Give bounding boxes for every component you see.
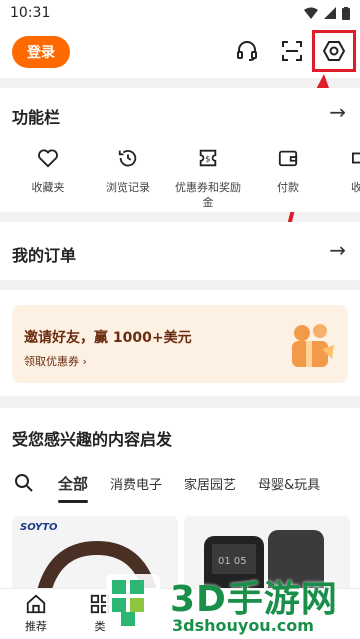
function-bar-title: 功能栏 (12, 108, 61, 127)
promo-banner[interactable]: 邀请好友，赢 1000+美元 领取优惠券 › (12, 305, 348, 383)
login-button[interactable]: 登录 (12, 36, 70, 68)
annotation-highlight-box (312, 30, 356, 72)
function-bar-arrow-icon[interactable]: → (329, 100, 346, 124)
category-tabs: 全部 消费电子 家居园艺 母婴&玩具 (0, 465, 360, 503)
search-icon[interactable] (14, 473, 34, 493)
func-item-coupons[interactable]: $ 优惠券和奖励金 (168, 146, 248, 210)
heart-icon (38, 149, 58, 168)
watermark-text: 3D手游网 (170, 579, 338, 620)
product-brand: SOYTO (20, 522, 58, 533)
function-bar-card: 功能栏 → 收藏夹 浏览记录 $ 优惠券和奖励金 付款 收货 (0, 88, 360, 212)
orders-arrow-icon[interactable]: → (329, 238, 346, 262)
nav-item-home[interactable]: 推荐 (8, 593, 64, 634)
func-label: 付款 (277, 181, 299, 194)
func-item-receive[interactable]: 收货 (322, 146, 360, 195)
tab-home-garden[interactable]: 家居园艺 (184, 474, 236, 493)
func-item-payment[interactable]: 付款 (248, 146, 328, 195)
status-bar: 10:31 (0, 0, 360, 26)
tab-all[interactable]: 全部 (58, 473, 89, 503)
headset-icon[interactable] (234, 38, 260, 64)
promo-title: 邀请好友，赢 1000+美元 (24, 330, 192, 346)
tab-electronics[interactable]: 消费电子 (110, 474, 162, 493)
coupon-icon: $ (199, 149, 217, 167)
gift-illustration-icon (292, 324, 334, 367)
svg-text:$: $ (205, 154, 210, 164)
signal-icon (324, 7, 336, 19)
history-icon (118, 149, 137, 167)
func-label: 收藏夹 (31, 181, 65, 194)
promo-link[interactable]: 领取优惠券 › (24, 353, 87, 369)
func-item-history[interactable]: 浏览记录 (88, 146, 168, 195)
orders-title: 我的订单 (12, 246, 77, 265)
tab-baby-toys[interactable]: 母婴&玩具 (258, 474, 320, 493)
orders-card[interactable]: 我的订单 → (0, 222, 360, 280)
func-label: 优惠券和奖励金 (175, 181, 241, 209)
func-item-favorites[interactable]: 收藏夹 (8, 146, 88, 195)
truck-icon (352, 152, 360, 164)
wallet-icon (278, 150, 298, 167)
func-label: 收货 (351, 181, 360, 194)
status-icons (304, 6, 350, 20)
content-title: 受您感兴趣的内容启发 (12, 430, 173, 449)
func-label: 浏览记录 (106, 181, 150, 194)
svg-text:01 05: 01 05 (218, 556, 247, 567)
battery-icon (342, 6, 350, 20)
watermark-logo: 3D手游网 3dshouyou.com (100, 570, 360, 639)
status-time: 10:31 (10, 5, 51, 21)
nav-label: 推荐 (25, 620, 47, 633)
watermark-url: 3dshouyou.com (172, 616, 314, 635)
home-icon (26, 594, 46, 614)
wifi-icon (304, 7, 318, 19)
scan-icon[interactable] (279, 38, 305, 64)
